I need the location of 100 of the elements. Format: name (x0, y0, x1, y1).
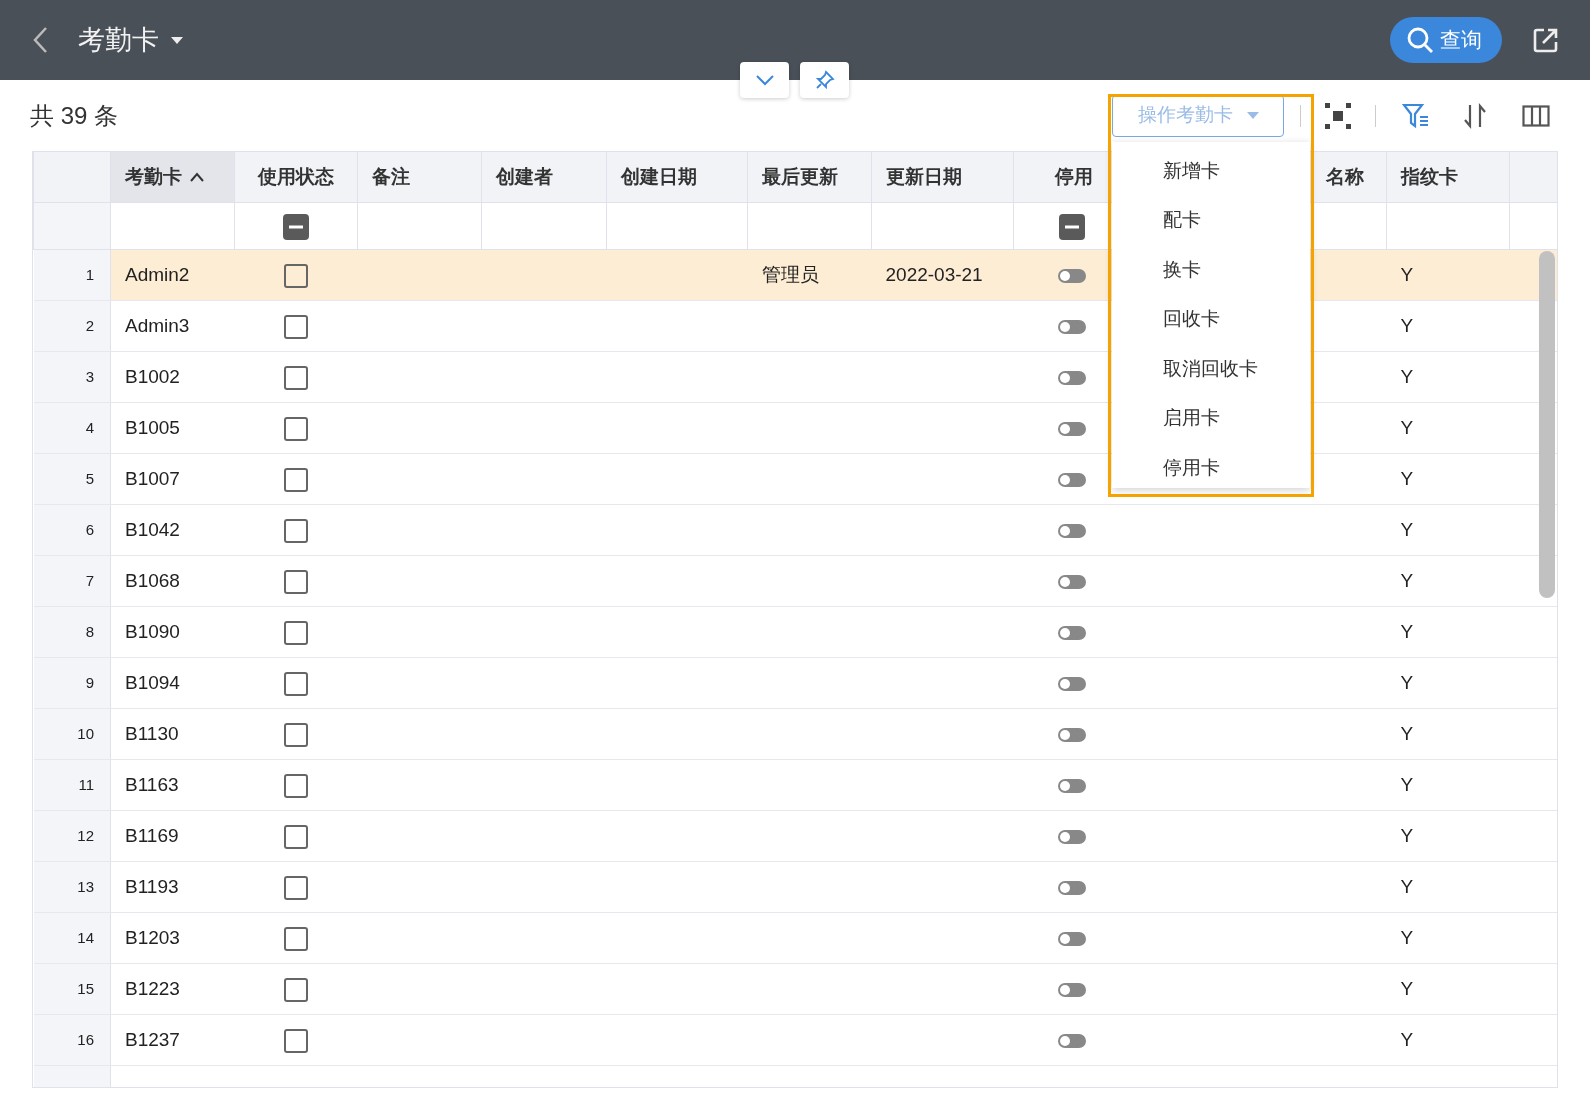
caret-icon (1246, 112, 1259, 119)
toggle-switch[interactable] (1057, 778, 1086, 793)
toggle-switch[interactable] (1057, 472, 1086, 487)
table-cell: B1223 (110, 963, 235, 1015)
row-number: 10 (33, 708, 111, 760)
table-cell: Y (1400, 671, 1414, 693)
table-cell: Y (1400, 518, 1414, 540)
checkbox[interactable] (284, 467, 308, 492)
checkbox[interactable] (284, 1028, 308, 1053)
menu-item[interactable]: 取消回收卡 (1112, 344, 1310, 394)
toggle-switch[interactable] (1057, 421, 1086, 436)
column-header[interactable]: 停用 (1055, 165, 1093, 187)
table-cell: Y (1400, 314, 1414, 336)
title-dropdown[interactable]: 考勤卡 (78, 19, 183, 61)
table-cell: B1042 (110, 504, 235, 556)
checkbox[interactable] (284, 263, 308, 288)
toggle-switch[interactable] (1057, 319, 1086, 334)
toggle-switch[interactable] (1057, 268, 1086, 283)
checkbox[interactable] (284, 518, 308, 543)
toggle-switch[interactable] (1057, 880, 1086, 895)
record-count: 共 39 条 (30, 100, 119, 131)
table-cell: B1094 (110, 657, 235, 709)
table-cell: 管理员 (761, 263, 819, 285)
row-number: 3 (33, 351, 111, 403)
table-cell: Y (1400, 722, 1414, 744)
fit-screen-icon[interactable] (1325, 102, 1351, 129)
row-number: 15 (33, 963, 111, 1015)
checkbox[interactable] (284, 365, 308, 390)
checkbox[interactable] (284, 824, 308, 849)
checkbox[interactable] (284, 416, 308, 441)
row-number: 9 (33, 657, 111, 709)
toggle-switch[interactable] (1057, 829, 1086, 844)
checkbox[interactable] (284, 773, 308, 798)
row-number: 4 (33, 402, 111, 454)
checkbox[interactable] (284, 875, 308, 900)
sort-caret-icon[interactable] (190, 172, 204, 184)
table-cell: B1005 (110, 402, 235, 454)
table-cell: B1169 (110, 810, 235, 862)
toggle-switch[interactable] (1057, 676, 1086, 691)
search-button[interactable]: 查询 (1390, 17, 1502, 63)
menu-item[interactable]: 新增卡 (1112, 146, 1310, 196)
sort-icon[interactable] (1462, 102, 1488, 129)
table-cell: Y (1400, 926, 1414, 948)
menu-item[interactable]: 换卡 (1112, 245, 1310, 295)
checkbox[interactable] (284, 977, 308, 1002)
checkbox[interactable] (284, 314, 308, 339)
filter-icon[interactable] (1402, 102, 1430, 129)
search-icon (1406, 26, 1434, 54)
table-cell: B1068 (110, 555, 235, 607)
menu-item[interactable]: 回收卡 (1112, 294, 1310, 344)
table-cell: Y (1400, 263, 1414, 285)
indeterminate-checkbox[interactable] (283, 213, 309, 240)
column-header[interactable]: 备注 (372, 165, 410, 187)
toggle-switch[interactable] (1057, 370, 1086, 385)
row-number: 14 (33, 912, 111, 964)
table-cell: Y (1400, 569, 1414, 591)
pin-tab[interactable] (800, 62, 849, 98)
row-number: 8 (33, 606, 111, 658)
column-header[interactable]: 创建者 (496, 165, 553, 187)
column-header[interactable]: 指纹卡 (1401, 165, 1458, 187)
toggle-switch[interactable] (1057, 982, 1086, 997)
toggle-switch[interactable] (1057, 574, 1086, 589)
checkbox[interactable] (284, 671, 308, 696)
toggle-switch[interactable] (1057, 727, 1086, 742)
table-cell: B1002 (110, 351, 235, 403)
table-cell: B1007 (110, 453, 235, 505)
row-number: 7 (33, 555, 111, 607)
table-cell: 2022-03-21 (885, 263, 983, 285)
menu-item[interactable]: 停用卡 (1112, 443, 1310, 493)
checkbox[interactable] (284, 926, 308, 951)
columns-icon[interactable] (1522, 104, 1550, 127)
table-cell: Y (1400, 1028, 1414, 1050)
indeterminate-checkbox[interactable] (1059, 213, 1085, 240)
row-number: 12 (33, 810, 111, 862)
share-icon[interactable] (1532, 26, 1560, 54)
row-number: 11 (33, 759, 111, 811)
toggle-switch[interactable] (1057, 931, 1086, 946)
scrollbar-thumb[interactable] (1539, 251, 1555, 598)
caret-icon (171, 36, 183, 44)
back-icon[interactable] (32, 26, 48, 54)
toggle-switch[interactable] (1057, 523, 1086, 538)
row-number: 6 (33, 504, 111, 556)
table-cell: B1193 (110, 861, 235, 913)
toggle-switch[interactable] (1057, 625, 1086, 640)
table-cell: Y (1400, 620, 1414, 642)
checkbox[interactable] (284, 722, 308, 747)
pin-icon (814, 70, 835, 90)
menu-item[interactable]: 启用卡 (1112, 393, 1310, 443)
row-number: 5 (33, 453, 111, 505)
column-header[interactable]: 考勤卡 (125, 165, 182, 187)
checkbox[interactable] (284, 620, 308, 645)
table-cell: Y (1400, 365, 1414, 387)
table-cell: Y (1400, 773, 1414, 795)
table-cell: Y (1400, 875, 1414, 897)
toggle-switch[interactable] (1057, 1033, 1086, 1048)
collapse-tab[interactable] (740, 62, 789, 98)
table-cell: Admin2 (110, 249, 235, 301)
table-cell: B1203 (110, 912, 235, 964)
menu-item[interactable]: 配卡 (1112, 195, 1310, 245)
checkbox[interactable] (284, 569, 308, 594)
